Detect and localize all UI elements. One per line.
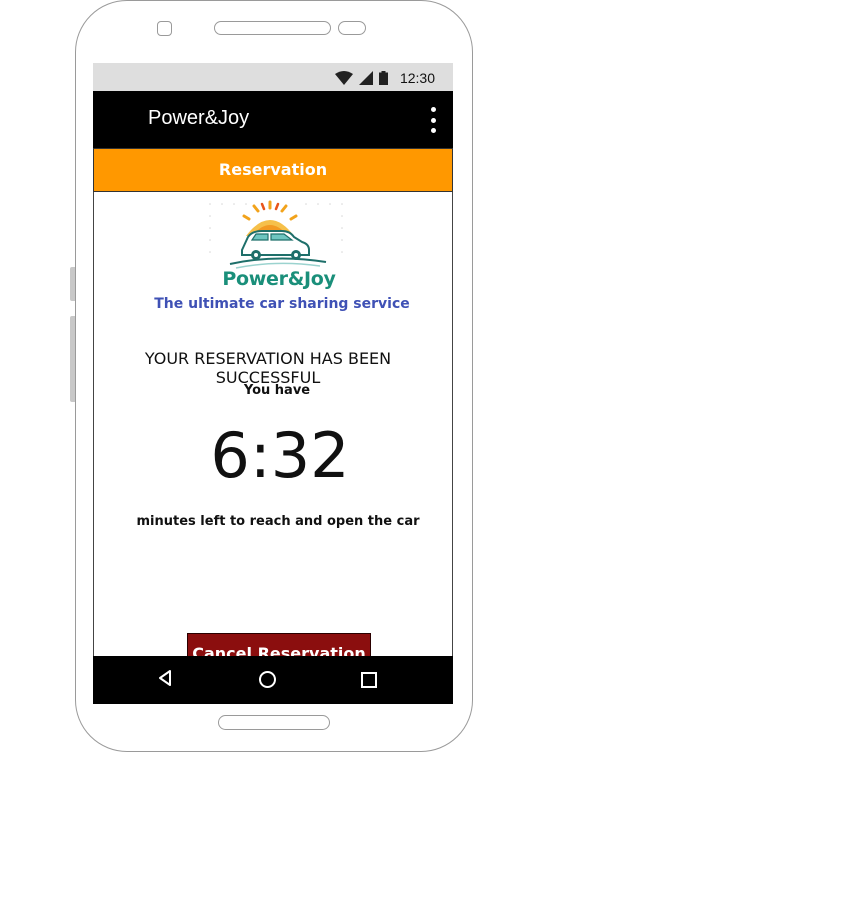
- recent-apps-icon[interactable]: [361, 672, 377, 688]
- you-have-label: You have: [243, 383, 311, 398]
- countdown-timer: 6:32: [210, 419, 350, 492]
- signal-icon: [358, 71, 373, 85]
- tagline: The ultimate car sharing service: [154, 296, 410, 312]
- status-bar: 12:30: [93, 63, 453, 91]
- status-time: 12:30: [399, 70, 435, 86]
- home-button: [218, 715, 330, 730]
- tab-reservation[interactable]: Reservation: [93, 148, 453, 192]
- wifi-icon: [334, 71, 353, 85]
- back-icon[interactable]: [157, 669, 173, 687]
- front-camera: [157, 21, 172, 36]
- reservation-content: Power&Joy The ultimate car sharing servi…: [93, 192, 453, 674]
- tab-reservation-label: Reservation: [218, 160, 328, 179]
- app-bar: Power&Joy: [93, 91, 453, 148]
- app-title: Power&Joy: [148, 107, 250, 129]
- minutes-left-label: minutes left to reach and open the car: [136, 514, 420, 529]
- more-vert-icon[interactable]: [429, 107, 437, 133]
- success-heading: YOUR RESERVATION HAS BEEN SUCCESSFUL: [144, 349, 392, 387]
- phone-screen: 12:30 Power&Joy Reservation Power&Joy Th…: [93, 63, 453, 704]
- home-icon[interactable]: [259, 671, 276, 688]
- system-nav-bar: [93, 656, 453, 704]
- battery-icon: [378, 71, 388, 85]
- logo-wordmark: Power&Joy: [222, 268, 336, 290]
- proximity-sensor: [338, 21, 366, 35]
- earpiece-speaker: [214, 21, 331, 35]
